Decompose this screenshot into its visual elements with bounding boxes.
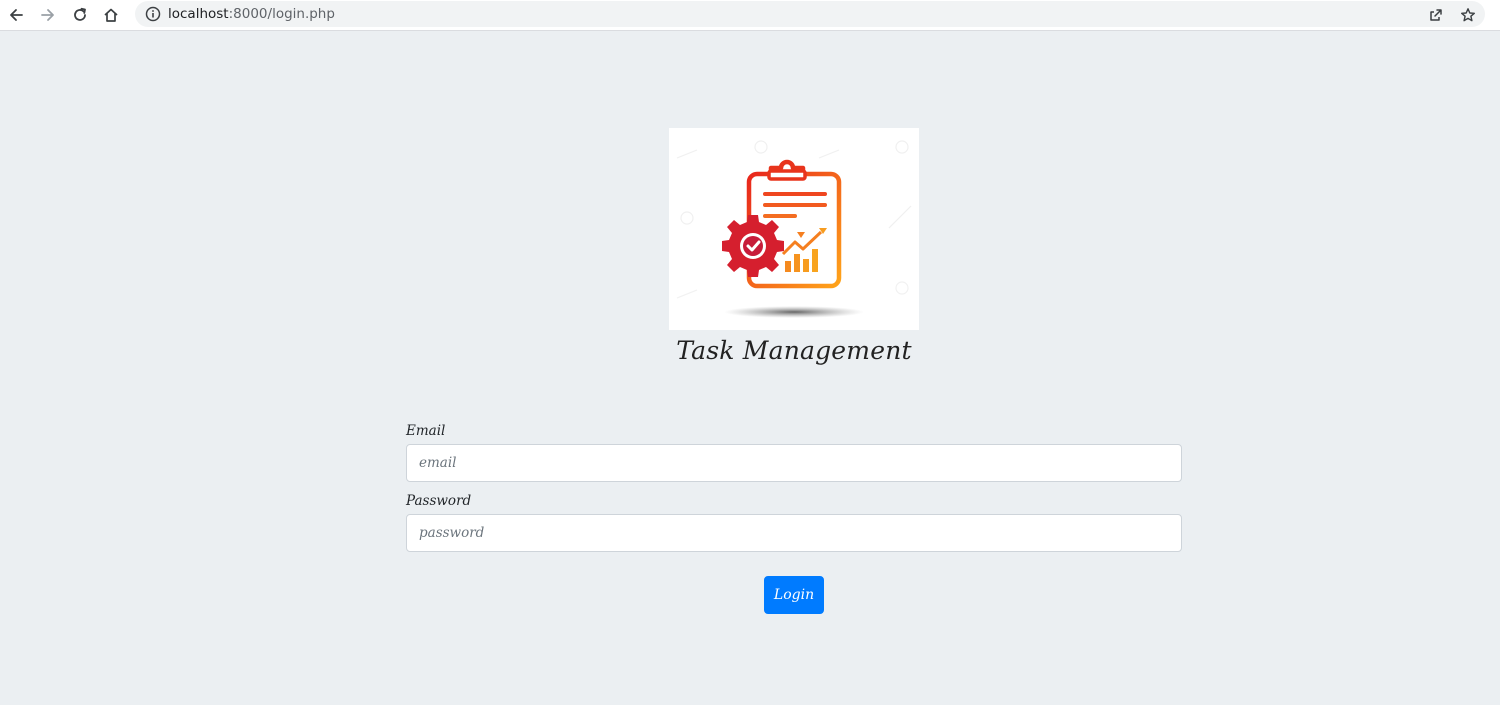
url-text: localhost:8000/login.php bbox=[168, 6, 335, 22]
site-info-icon[interactable] bbox=[144, 5, 162, 23]
reload-icon bbox=[74, 7, 86, 21]
browser-toolbar: localhost:8000/login.php bbox=[0, 0, 1500, 31]
email-field[interactable] bbox=[406, 444, 1182, 482]
app-title: Task Management bbox=[676, 336, 912, 365]
home-button[interactable] bbox=[99, 3, 123, 27]
app-logo bbox=[669, 128, 919, 330]
url-host: localhost bbox=[168, 6, 229, 22]
login-button[interactable]: Login bbox=[764, 576, 824, 614]
forward-button[interactable] bbox=[36, 3, 60, 27]
share-button[interactable] bbox=[1424, 3, 1448, 27]
bookmark-button[interactable] bbox=[1456, 3, 1480, 27]
back-button[interactable] bbox=[4, 3, 28, 27]
address-bar[interactable]: localhost:8000/login.php bbox=[135, 1, 1485, 27]
reload-button[interactable] bbox=[68, 3, 92, 27]
password-field[interactable] bbox=[406, 514, 1182, 552]
password-label: Password bbox=[406, 493, 472, 509]
task-management-logo-icon bbox=[676, 140, 912, 318]
home-icon bbox=[104, 8, 118, 22]
email-label: Email bbox=[406, 423, 446, 439]
arrow-left-icon bbox=[10, 9, 23, 21]
url-path: :8000/login.php bbox=[228, 6, 335, 22]
arrow-right-icon bbox=[41, 9, 54, 21]
star-icon bbox=[1461, 8, 1475, 22]
share-icon bbox=[1430, 9, 1442, 21]
